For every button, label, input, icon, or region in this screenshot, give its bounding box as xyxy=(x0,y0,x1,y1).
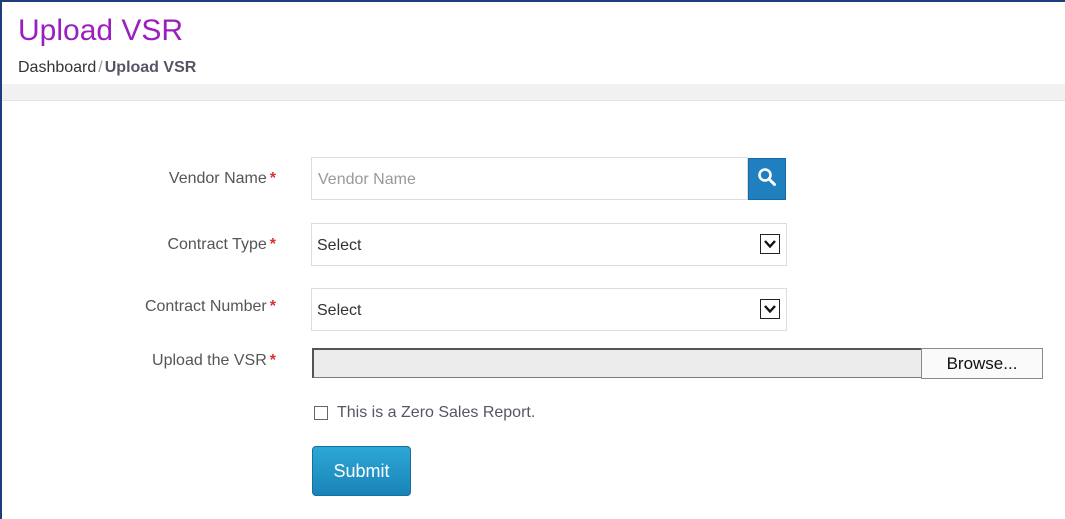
submit-button[interactable]: Submit xyxy=(312,446,411,496)
chevron-down-icon[interactable] xyxy=(760,234,780,254)
breadcrumb-dashboard-link[interactable]: Dashboard xyxy=(18,59,96,76)
search-icon xyxy=(757,167,777,192)
zero-sales-checkbox-label[interactable]: This is a Zero Sales Report. xyxy=(337,403,535,423)
browse-button[interactable]: Browse... xyxy=(921,348,1043,379)
required-asterisk: * xyxy=(269,236,276,253)
contract-number-selected-value: Select xyxy=(317,302,362,319)
breadcrumb-separator: / xyxy=(98,59,103,76)
contract-type-select[interactable]: Select xyxy=(311,223,787,266)
contract-number-label: Contract Number * xyxy=(76,297,276,317)
vendor-name-label: Vendor Name * xyxy=(76,169,276,189)
required-asterisk: * xyxy=(269,352,276,369)
upload-vsr-label-text: Upload the VSR xyxy=(152,352,267,369)
contract-type-selected-value: Select xyxy=(317,237,362,254)
vendor-name-input[interactable]: Vendor Name xyxy=(311,157,748,200)
zero-sales-checkbox[interactable] xyxy=(314,406,328,420)
contract-number-label-text: Contract Number xyxy=(144,298,267,315)
upload-vsr-label: Upload the VSR * xyxy=(76,351,276,371)
vendor-search-button[interactable] xyxy=(748,158,786,200)
page-title: Upload VSR xyxy=(18,14,184,47)
required-asterisk: * xyxy=(269,170,276,187)
contract-type-label-text: Contract Type xyxy=(167,236,267,253)
required-asterisk: * xyxy=(269,298,276,315)
contract-number-select[interactable]: Select xyxy=(311,288,787,331)
header-divider-band xyxy=(2,84,1065,101)
vendor-name-placeholder: Vendor Name xyxy=(318,171,416,188)
file-path-field[interactable] xyxy=(312,348,922,378)
breadcrumb-current: Upload VSR xyxy=(104,59,197,76)
contract-type-label: Contract Type * xyxy=(76,235,276,255)
vendor-name-label-text: Vendor Name xyxy=(168,170,267,187)
chevron-down-icon[interactable] xyxy=(760,299,780,319)
breadcrumb: Dashboard / Upload VSR xyxy=(18,58,196,78)
